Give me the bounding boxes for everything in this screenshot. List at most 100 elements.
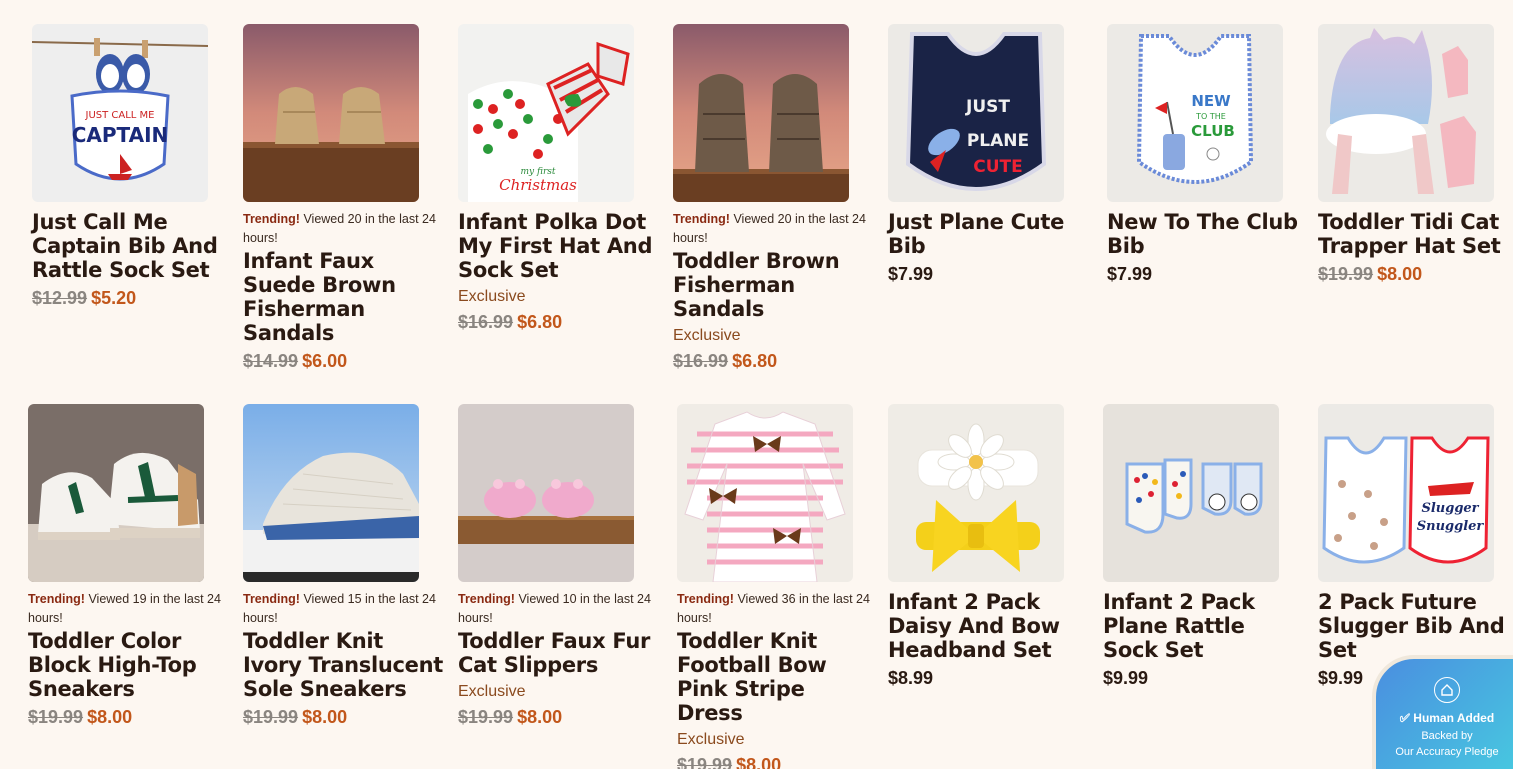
product-title[interactable]: Toddler Knit Ivory Translucent Sole Snea… [243, 629, 443, 701]
svg-text:TO THE: TO THE [1195, 112, 1226, 121]
product-image[interactable]: JUST PLANE CUTE [888, 24, 1064, 202]
product-image[interactable]: NEW TO THE CLUB [1107, 24, 1283, 202]
sale-price: $6.80 [517, 312, 563, 332]
badge-line-2: Our Accuracy Pledge [1395, 746, 1499, 758]
pink-dress-image [677, 404, 853, 582]
product-title[interactable]: Infant Polka Dot My First Hat And Sock S… [458, 210, 658, 282]
accuracy-pledge-badge[interactable]: ✅︎ Human Added Backed by Our Accuracy Pl… [1372, 655, 1513, 769]
check-circle-icon: ✅︎ [1399, 711, 1410, 725]
product-card[interactable]: Trending! Viewed 20 in the last 24 hours… [673, 24, 873, 372]
product-title[interactable]: Toddler Faux Fur Cat Slippers [458, 629, 658, 677]
exclusive-label: Exclusive [458, 288, 526, 305]
exclusive-label: Exclusive [458, 683, 526, 700]
product-card[interactable]: Infant 2 Pack Plane Rattle Sock Set $9.9… [1103, 404, 1303, 689]
product-card[interactable]: Trending! Viewed 20 in the last 24 hours… [243, 24, 443, 372]
price: $19.99 $8.00 [28, 707, 228, 728]
original-price: $16.99 [458, 312, 514, 332]
product-title[interactable]: Toddler Tidi Cat Trapper Hat Set [1318, 210, 1513, 258]
regular-price: $7.99 [888, 264, 934, 284]
sneakers-image [28, 404, 204, 582]
sale-price: $8.00 [517, 707, 563, 727]
original-price: $12.99 [32, 288, 88, 308]
product-image[interactable] [1318, 24, 1494, 202]
slugger-bib-image: Slugger Snuggler [1318, 404, 1494, 582]
price: $16.99 $6.80 [458, 312, 658, 333]
trending-note: Trending! Viewed 15 in the last 24 hours… [243, 592, 436, 625]
svg-text:CLUB: CLUB [1191, 122, 1235, 140]
original-price: $14.99 [243, 351, 299, 371]
svg-text:Christmas: Christmas [499, 176, 577, 194]
exclusive-label: Exclusive [673, 327, 741, 344]
product-card[interactable]: NEW TO THE CLUB New To The Club Bib $7.9… [1107, 24, 1307, 285]
badge-title: ✅︎ Human Added [1399, 711, 1495, 725]
price: $7.99 [1107, 264, 1307, 285]
product-title[interactable]: Just Call Me Captain Bib And Rattle Sock… [32, 210, 232, 282]
original-price: $19.99 [28, 707, 84, 727]
product-image[interactable] [888, 404, 1064, 582]
product-image[interactable]: Slugger Snuggler [1318, 404, 1494, 582]
price: $7.99 [888, 264, 1088, 285]
trending-note: Trending! Viewed 20 in the last 24 hours… [673, 212, 866, 245]
original-price: $16.99 [673, 351, 729, 371]
product-image[interactable]: JUST CALL ME CAPTAIN [32, 24, 208, 202]
sale-price: $8.00 [736, 755, 782, 769]
product-card[interactable]: Toddler Tidi Cat Trapper Hat Set $19.99 $… [1318, 24, 1513, 285]
product-card[interactable]: Trending! Viewed 36 in the last 24 hours… [677, 404, 877, 769]
cat-slippers-image [458, 404, 634, 582]
product-title[interactable]: New To The Club Bib [1107, 210, 1307, 258]
sale-price: $8.00 [1377, 264, 1423, 284]
price: $19.99 $8.00 [1318, 264, 1513, 285]
product-title[interactable]: Infant 2 Pack Daisy And Bow Headband Set [888, 590, 1088, 662]
product-title[interactable]: Toddler Knit Football Bow Pink Stripe Dr… [677, 629, 877, 725]
svg-text:JUST: JUST [965, 97, 1010, 117]
product-image[interactable] [1103, 404, 1279, 582]
badge-line-1: Backed by [1421, 730, 1473, 742]
svg-text:PLANE: PLANE [967, 131, 1029, 151]
product-title[interactable]: Infant Faux Suede Brown Fisherman Sandal… [243, 249, 443, 345]
sandals-image [673, 24, 849, 202]
headband-image [888, 404, 1064, 582]
svg-text:JUST CALL ME: JUST CALL ME [85, 110, 155, 121]
product-image[interactable] [677, 404, 853, 582]
price: $19.99 $8.00 [458, 707, 658, 728]
bib-socks-image: JUST CALL ME CAPTAIN [32, 24, 208, 202]
home-icon [1434, 677, 1460, 703]
product-card[interactable]: Infant 2 Pack Daisy And Bow Headband Set… [888, 404, 1088, 689]
product-image[interactable] [28, 404, 204, 582]
product-card[interactable]: my first Christmas Infant Polka Dot My F… [458, 24, 658, 333]
product-title[interactable]: Infant 2 Pack Plane Rattle Sock Set [1103, 590, 1303, 662]
product-card[interactable]: JUST CALL ME CAPTAIN Just Call Me Captai… [32, 24, 232, 309]
sale-price: $6.80 [732, 351, 778, 371]
product-image[interactable]: my first Christmas [458, 24, 634, 202]
product-card[interactable]: Trending! Viewed 10 in the last 24 hours… [458, 404, 658, 728]
trending-note: Trending! Viewed 19 in the last 24 hours… [28, 592, 221, 625]
product-image[interactable] [673, 24, 849, 202]
trending-note: Trending! Viewed 20 in the last 24 hours… [243, 212, 436, 245]
product-card[interactable]: Trending! Viewed 15 in the last 24 hours… [243, 404, 443, 728]
product-image[interactable] [458, 404, 634, 582]
sale-price: $8.00 [87, 707, 133, 727]
price: $12.99 $5.20 [32, 288, 232, 309]
product-card[interactable]: JUST PLANE CUTE Just Plane Cute Bib $7.9… [888, 24, 1088, 285]
regular-price: $9.99 [1103, 668, 1149, 688]
product-card[interactable]: Slugger Snuggler 2 Pack Future Slugger B… [1318, 404, 1513, 689]
svg-text:CUTE: CUTE [973, 157, 1023, 177]
product-title[interactable]: Toddler Brown Fisherman Sandals [673, 249, 873, 321]
product-title[interactable]: 2 Pack Future Slugger Bib And Set [1318, 590, 1513, 662]
price: $16.99 $6.80 [673, 351, 873, 372]
product-image[interactable] [243, 404, 419, 582]
product-image[interactable] [243, 24, 419, 202]
product-title[interactable]: Toddler Color Block High-Top Sneakers [28, 629, 228, 701]
svg-text:Slugger: Slugger [1421, 501, 1479, 516]
product-card[interactable]: Trending! Viewed 19 in the last 24 hours… [28, 404, 228, 728]
regular-price: $9.99 [1318, 668, 1364, 688]
price: $14.99 $6.00 [243, 351, 443, 372]
plane-bib-image: JUST PLANE CUTE [888, 24, 1064, 202]
knit-sneaker-image [243, 404, 419, 582]
price: $9.99 [1103, 668, 1303, 689]
product-title[interactable]: Just Plane Cute Bib [888, 210, 1088, 258]
plane-socks-image [1103, 404, 1279, 582]
golf-bib-image: NEW TO THE CLUB [1107, 24, 1283, 202]
trending-note: Trending! Viewed 36 in the last 24 hours… [677, 592, 870, 625]
original-price: $19.99 [677, 755, 733, 769]
